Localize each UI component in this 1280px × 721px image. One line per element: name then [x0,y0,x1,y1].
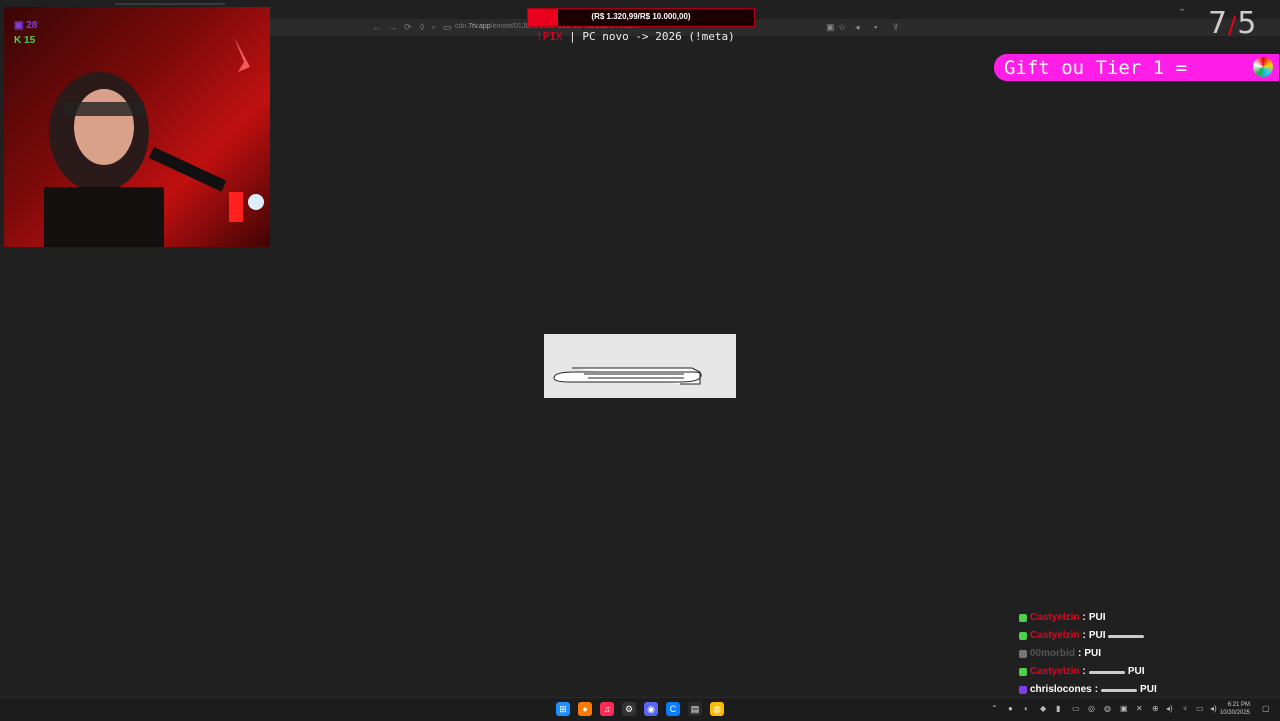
chat-badge-icon [1019,650,1027,658]
tray-app-icon[interactable]: ◆ [1040,704,1046,713]
tray-app-icon[interactable]: ✕ [1136,704,1143,713]
chat-emote-icon [1088,670,1125,674]
windows-taskbar: ⊞ ● ♫ ⚙ ◉ C ▤ ◍ ⌃ ● ◐ ◆ ▮ ▭ ◎ ◍ ▣ ✕ ⊕ ◂)… [0,697,1280,721]
taskbar-clock[interactable]: 6:21 PM 10/30/2025 [1220,701,1250,717]
gift-banner: Gift ou Tier 1 = [994,54,1279,81]
chat-badge-icon [1019,632,1027,640]
chat-emote-icon [1108,634,1145,638]
twitch-icon: ▣ [14,20,24,31]
reload-icon[interactable]: ⟳ [404,22,412,33]
kick-icon: K [14,35,22,46]
network-icon[interactable]: ⊕ [1152,704,1159,713]
chat-username[interactable]: 00morbid [1030,647,1075,661]
browser-icon[interactable]: C [666,702,680,716]
chrome-icon[interactable]: ◍ [710,702,724,716]
tray-app-icon[interactable]: ▣ [1120,704,1128,713]
bookmark-star-icon[interactable]: ☆ [838,22,846,33]
site-info-icon[interactable]: ▭ [443,22,452,33]
chat-username[interactable]: Castyelzin [1030,611,1079,625]
display-icon[interactable]: ▭ [1196,704,1204,713]
chat-message: 00morbid: PUI [1019,645,1279,663]
extension-icon[interactable]: ▪ [874,22,877,32]
webcam-feed: ▣ 28 K 15 [4,7,270,247]
chat-separator: : [1094,684,1099,695]
chat-separator: : [1082,666,1086,677]
tray-app-icon[interactable]: ▭ [1072,704,1080,713]
chat-message-text: PUI [1127,666,1145,677]
back-icon[interactable]: ← [372,22,381,32]
chat-badge-icon [1019,686,1027,694]
chat-username[interactable]: Castyelzin [1030,665,1079,679]
chat-badge-icon [1019,668,1027,676]
chat-message: Castyelzin: PUI [1019,663,1279,681]
chat-separator: : [1082,612,1086,623]
chat-message: Castyelzin: PUI [1019,609,1279,627]
chat-username[interactable]: Castyelzin [1030,629,1079,643]
audio-icon[interactable]: ◂ [855,22,860,33]
volume-icon[interactable]: ◂) [1166,704,1173,713]
tray-chevron-up-icon[interactable]: ⌃ [991,704,998,713]
donation-goal-text: (R$ 1.320,99/R$ 10.000,00) [591,12,691,21]
chat-badge-icon [1019,614,1027,622]
tray-app-icon[interactable]: ● [1008,704,1013,713]
chrome-tray-icon[interactable]: ◍ [1104,704,1111,713]
tray-app-icon[interactable]: ◐ [1024,704,1029,713]
chat-username[interactable]: chrislocones [1030,683,1092,697]
microphone-icon[interactable]: ♆ [1182,704,1188,713]
notification-icon[interactable]: ▢ [1262,704,1270,713]
shield-icon[interactable]: ◊ [420,22,424,32]
chevron-down-icon[interactable]: ⌄ [1178,3,1186,14]
goal-counter: 7/5 [1208,6,1258,41]
speaker-icon[interactable]: ◂) [1210,704,1217,713]
chat-emote-icon [1101,688,1138,692]
chat-message-text: PUI [1088,612,1106,623]
music-app-icon[interactable]: ♫ [600,702,614,716]
chat-separator: : [1082,630,1086,641]
steam-icon[interactable]: ◎ [1088,704,1095,713]
gift-emote-icon [1253,57,1273,77]
reader-view-icon[interactable]: ▣ [826,22,835,33]
lock-icon: ▫ [432,22,436,32]
forward-icon[interactable]: → [388,22,397,32]
chat-overlay: Castyelzin: PUI Castyelzin: PUI 00morbid: PUI… [1019,609,1279,699]
settings-icon[interactable]: ⚙ [622,702,636,716]
browser-tab-line [115,3,225,5]
tray-app-icon[interactable]: ▮ [1056,704,1060,713]
share-icon[interactable]: ⇪ [892,22,900,33]
chat-message-text: PUI [1088,630,1106,641]
firefox-icon[interactable]: ● [578,702,592,716]
terminal-icon[interactable]: ▤ [688,702,702,716]
streamer-silhouette [44,37,264,247]
kick-count: 15 [24,35,36,46]
chat-message-text: PUI [1140,684,1157,695]
viewer-counts: ▣ 28 K 15 [14,18,37,48]
donation-goal-bar: (R$ 1.320,99/R$ 10.000,00) [527,8,755,27]
chat-separator: : [1078,648,1082,659]
discord-icon[interactable]: ◉ [644,702,658,716]
gift-banner-text: Gift ou Tier 1 = [1004,57,1188,79]
windows-start-icon[interactable]: ⊞ [556,702,570,716]
twitch-count: 28 [26,20,38,31]
chat-message-text: PUI [1084,648,1102,659]
emote-image [544,334,736,398]
chat-message: Castyelzin: PUI [1019,627,1279,645]
stream-marquee: !PIX | PC novo -> 2026 (!meta) [536,30,735,43]
emote-drawing [553,367,702,385]
